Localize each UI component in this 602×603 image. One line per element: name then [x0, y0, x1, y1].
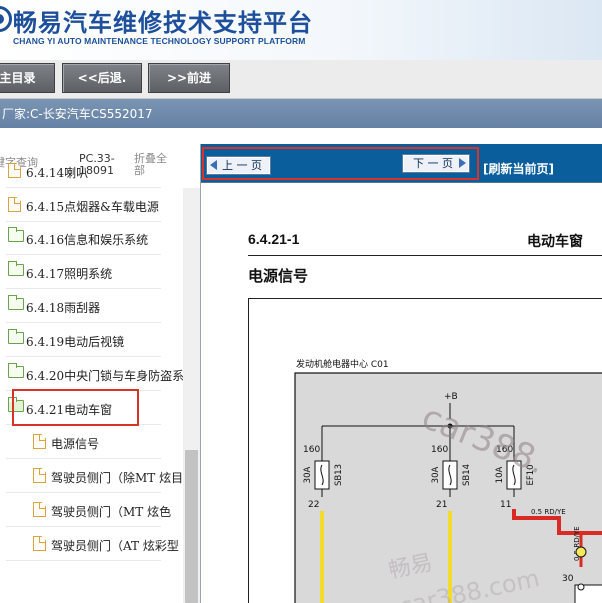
page-nav-bar: 上 一 页 下 一 页 [刷新当前页] [201, 144, 602, 182]
fuse-2-top-num: 160 [431, 445, 448, 455]
toolbar: 主目录 <<后退. >>前进 [0, 60, 602, 99]
tree-item-label: 电源信号 [51, 437, 100, 451]
tree-item[interactable]: 电源信号 [0, 425, 183, 459]
refresh-page-link[interactable]: [刷新当前页] [483, 160, 554, 177]
main-menu-button[interactable]: 主目录 [0, 63, 55, 93]
document-icon [8, 197, 21, 212]
document-icon [33, 536, 46, 551]
wiring-diagram: 发动机舱电器中心 C01 +B 160 30A SB13 22 160 30A … [248, 298, 602, 603]
tree-item-label: 6.4.15点烟器&车载电源 [26, 200, 159, 214]
fuse-box-label: 发动机舱电器中心 C01 [296, 358, 389, 370]
tree-item[interactable]: 6.4.15点烟器&车载电源 [0, 188, 183, 222]
tree-item[interactable]: 驾驶员侧门（AT 炫彩型 [0, 527, 183, 561]
fuse-3-pin: 11 [500, 500, 511, 510]
section-number: 6.4.21-1 [248, 231, 300, 247]
tree-row-divider [6, 560, 161, 561]
vendor-bar: 厂家:C-长安汽车CS552017 [0, 99, 602, 128]
arrow-right-icon [459, 158, 466, 168]
wire-label-1: 0.5 RD/YE [531, 508, 566, 516]
tree-item-label: 6.4.19电动后视镜 [26, 335, 125, 349]
folder-icon [8, 329, 24, 344]
tree-item[interactable]: 6.4.18雨刮器 [0, 289, 183, 323]
tree-scrollbar[interactable] [183, 188, 200, 603]
tree-item-label: 6.4.17照明系统 [26, 267, 113, 281]
arrow-left-icon [210, 160, 217, 170]
folder-icon [8, 295, 24, 310]
left-strip [0, 128, 200, 144]
folder-open-icon [8, 397, 24, 412]
tree-item-label: 6.4.20中央门锁与车身防盗系 [26, 369, 185, 383]
tree-item-label: 6.4.18雨刮器 [26, 301, 101, 315]
scrollbar-thumb[interactable] [185, 450, 198, 603]
document-icon [33, 502, 46, 517]
fuse-1-name: SB13 [334, 464, 344, 486]
fuse-2-name: SB14 [462, 464, 472, 486]
forward-button[interactable]: >>前进 [148, 63, 230, 93]
site-title: 畅易汽车维修技术支持平台 [13, 9, 313, 37]
fuse-2-rating: 30A [431, 467, 441, 484]
tree-item-label: 6.4.14喇叭 [26, 166, 89, 180]
tree-item[interactable]: 6.4.17照明系统 [0, 255, 183, 289]
fuse-1-pin: 22 [308, 500, 319, 510]
tree-item[interactable]: 6.4.14喇叭 [0, 154, 183, 188]
tree-item[interactable]: 6.4.19电动后视镜 [0, 323, 183, 357]
tree-item[interactable]: 驾驶员侧门（除MT 炫目 [0, 459, 183, 493]
splice-point [575, 546, 587, 558]
document-icon [8, 163, 21, 178]
connector-terminal [577, 583, 585, 591]
tree-item[interactable]: 6.4.16信息和娱乐系统 [0, 221, 183, 255]
logo-icon [0, 6, 12, 32]
document-subtitle: 电源信号 [248, 267, 309, 285]
site-header: 畅易汽车维修技术支持平台 CHANG YI AUTO MAINTENANCE T… [0, 0, 602, 60]
fuse-1-top-num: 160 [303, 445, 320, 455]
next-page-button[interactable]: 下 一 页 [402, 154, 470, 173]
fuse-2-pin: 21 [436, 500, 447, 510]
next-page-label: 下 一 页 [413, 157, 453, 170]
folder-icon [8, 363, 24, 378]
document-icon [33, 434, 46, 449]
tree-panel: 键字查询 PC.33-18091 折叠全部 6.4.14喇叭6.4.15点烟器&… [0, 144, 200, 603]
tree-item[interactable]: 6.4.20中央门锁与车身防盗系 [0, 357, 185, 391]
tree-item-selected[interactable]: 6.4.21电动车窗 [0, 391, 183, 425]
document-icon [33, 468, 46, 483]
folder-icon [8, 261, 24, 276]
tree-item[interactable]: 驾驶员侧门（MT 炫色 [0, 493, 183, 527]
prev-page-button[interactable]: 上 一 页 [206, 156, 271, 175]
wiring-diagram-svg: 发动机舱电器中心 C01 +B 160 30A SB13 22 160 30A … [294, 358, 602, 603]
content-panel: 上 一 页 下 一 页 [刷新当前页] 6.4.21-1 电动车窗 电源信号 发… [200, 144, 602, 603]
site-subtitle: CHANG YI AUTO MAINTENANCE TECHNOLOGY SUP… [13, 36, 306, 46]
folder-icon [8, 227, 24, 242]
vendor-label: 厂家:C-长安汽车CS552017 [2, 107, 153, 121]
title-rule [248, 255, 602, 256]
prev-page-label: 上 一 页 [222, 159, 262, 172]
battery-label: +B [444, 392, 458, 402]
tree-item-label: 6.4.16信息和娱乐系统 [26, 233, 149, 247]
fuse-1-rating: 30A [303, 467, 313, 484]
connector-pin: 30 [562, 574, 574, 584]
back-button[interactable]: <<后退. [62, 63, 142, 93]
tree-item-label: 驾驶员侧门（MT 炫色 [51, 505, 172, 519]
document-view: 6.4.21-1 电动车窗 电源信号 发动机舱电器中心 C01 +B 160 3… [201, 182, 602, 603]
tree-item-label: 6.4.21电动车窗 [26, 403, 113, 417]
tree-item-label: 驾驶员侧门（除MT 炫目 [51, 471, 184, 485]
tree-item-label: 驾驶员侧门（AT 炫彩型 [51, 539, 179, 553]
document-title: 电动车窗 [527, 234, 583, 250]
